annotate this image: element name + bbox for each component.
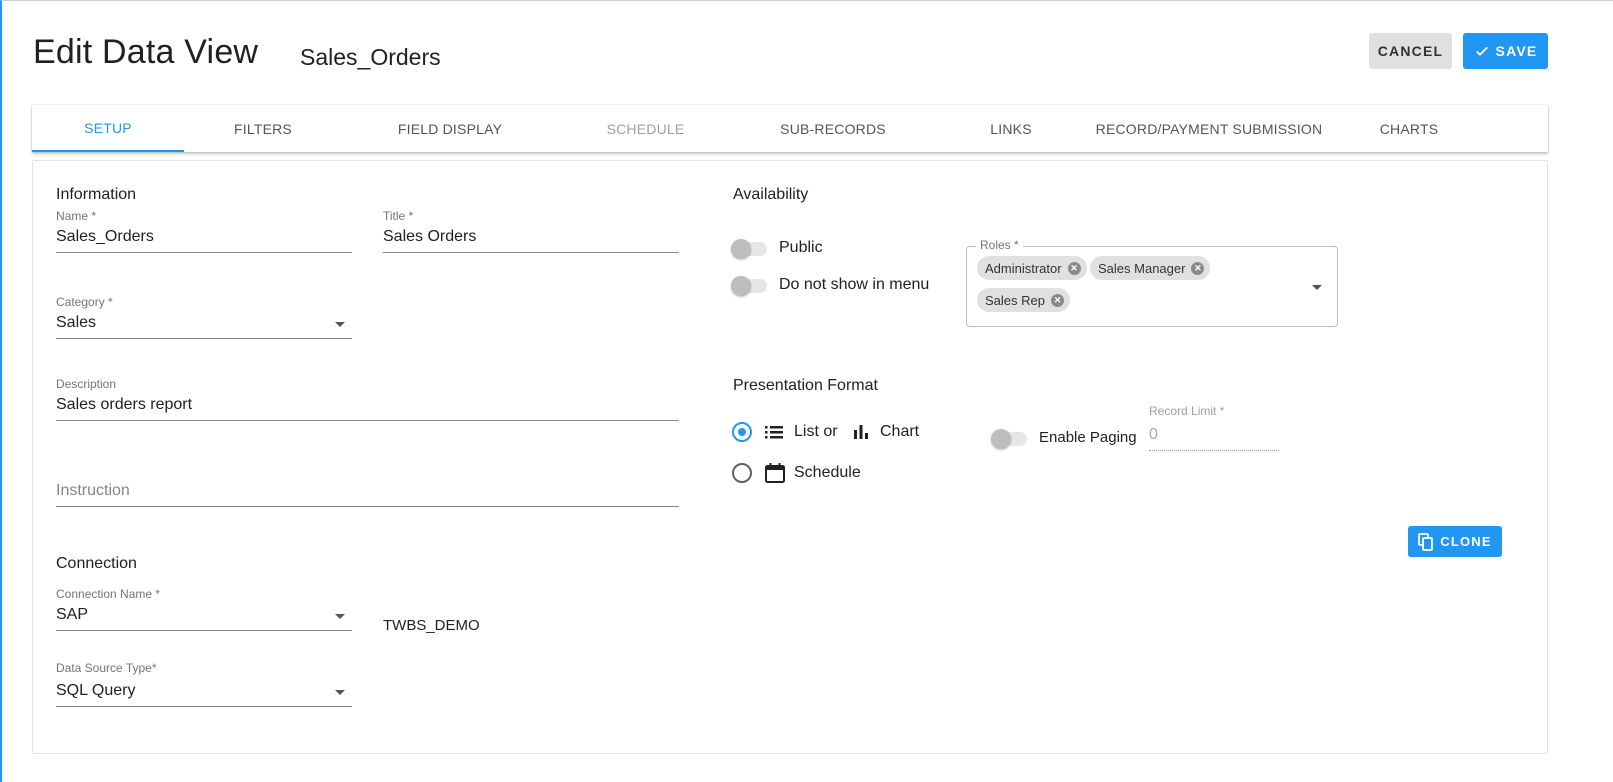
record-limit-underline [1149, 450, 1279, 451]
name-field[interactable]: Sales_Orders [56, 228, 352, 246]
title-field[interactable]: Sales Orders [383, 228, 679, 246]
schedule-radio[interactable] [732, 463, 752, 483]
title-underline [383, 252, 679, 253]
tab-field-display[interactable]: FIELD DISPLAY [342, 105, 558, 152]
name-underline [56, 252, 352, 253]
page-title: Edit Data View [33, 33, 259, 71]
cancel-button[interactable]: CANCEL [1369, 33, 1452, 69]
tab-label: SETUP [84, 119, 132, 136]
chevron-down-icon [335, 614, 345, 619]
tab-bar: SETUP FILTERS FIELD DISPLAY SCHEDULE SUB… [32, 105, 1548, 152]
tab-label: FILTERS [234, 120, 292, 137]
category-select[interactable]: Sales [56, 314, 352, 338]
cancel-button-label: CANCEL [1377, 43, 1444, 59]
tab-label: RECORD/PAYMENT SUBMISSION [1095, 120, 1323, 137]
enable-paging-toggle[interactable] [991, 428, 1031, 450]
public-label: Public [779, 239, 823, 256]
enable-paging-label: Enable Paging [1039, 429, 1137, 446]
tab-links[interactable]: LINKS [933, 105, 1089, 152]
data-source-type-select[interactable]: SQL Query [56, 682, 352, 706]
connection-heading: Connection [56, 555, 137, 572]
data-source-type-underline [56, 706, 352, 707]
chart-label: Chart [880, 423, 920, 440]
tab-charts[interactable]: CHARTS [1329, 105, 1489, 152]
data-source-type-label: Data Source Type* [56, 661, 157, 675]
tab-label: SCHEDULE [606, 120, 685, 137]
description-underline [56, 420, 679, 421]
calendar-icon [765, 463, 785, 483]
hide-in-menu-toggle[interactable] [731, 275, 771, 297]
chevron-down-icon [335, 322, 345, 327]
role-chip-label: Sales Manager [1098, 260, 1186, 276]
remove-chip-icon[interactable]: ✕ [1191, 261, 1205, 275]
clone-button[interactable]: CLONE [1408, 526, 1502, 557]
name-label: Name * [56, 209, 97, 223]
category-label: Category * [56, 295, 113, 309]
schedule-label: Schedule [794, 464, 861, 481]
toggle-thumb [731, 276, 751, 296]
roles-label: Roles * [976, 238, 1023, 252]
connection-name-underline [56, 630, 352, 631]
save-button-label: SAVE [1495, 43, 1538, 59]
category-value: Sales [56, 314, 97, 331]
toggle-thumb [991, 429, 1011, 449]
instruction-field[interactable]: Instruction [56, 482, 679, 500]
list-icon [765, 426, 783, 439]
tab-sub-records[interactable]: SUB-RECORDS [733, 105, 933, 152]
bar-chart-icon [854, 425, 868, 439]
connection-name-label: Connection Name * [56, 587, 161, 601]
toggle-thumb [731, 239, 751, 259]
record-limit-label: Record Limit * [1149, 404, 1225, 418]
connection-database: TWBS_DEMO [383, 617, 480, 634]
tab-filters[interactable]: FILTERS [184, 105, 342, 152]
record-limit-field: 0 [1149, 426, 1158, 443]
data-source-type-value: SQL Query [56, 682, 136, 699]
hide-in-menu-label: Do not show in menu [779, 276, 930, 293]
copy-icon [1418, 532, 1434, 551]
chevron-down-icon[interactable] [1312, 285, 1322, 290]
description-label: Description [56, 377, 117, 391]
tab-label: SUB-RECORDS [780, 120, 886, 137]
list-or-label: List or [794, 423, 838, 440]
save-button[interactable]: SAVE [1463, 33, 1548, 69]
presentation-heading: Presentation Format [733, 377, 878, 394]
role-chip-label: Administrator [985, 260, 1062, 276]
view-name: Sales_Orders [300, 44, 441, 70]
title-label: Title * [383, 209, 414, 223]
tab-schedule: SCHEDULE [558, 105, 733, 152]
clone-button-label: CLONE [1440, 534, 1492, 549]
connection-name-select[interactable]: SAP [56, 606, 352, 630]
description-field[interactable]: Sales orders report [56, 396, 679, 414]
connection-name-value: SAP [56, 606, 89, 623]
information-heading: Information [56, 186, 137, 203]
check-icon [1475, 46, 1488, 56]
chevron-down-icon [335, 690, 345, 695]
role-chip: Sales Rep ✕ [977, 288, 1070, 312]
tab-record-payment-submission[interactable]: RECORD/PAYMENT SUBMISSION [1089, 105, 1329, 152]
list-or-chart-radio[interactable] [732, 422, 752, 442]
availability-heading: Availability [733, 186, 809, 203]
role-chip: Sales Manager ✕ [1090, 256, 1211, 280]
role-chip-label: Sales Rep [985, 292, 1045, 308]
remove-chip-icon[interactable]: ✕ [1050, 293, 1064, 307]
tab-setup[interactable]: SETUP [32, 105, 184, 152]
tab-label: CHARTS [1379, 120, 1439, 137]
role-chip: Administrator ✕ [977, 256, 1087, 280]
remove-chip-icon[interactable]: ✕ [1067, 261, 1081, 275]
tab-label: LINKS [990, 120, 1032, 137]
category-underline [56, 338, 352, 339]
tab-label: FIELD DISPLAY [397, 120, 503, 137]
instruction-underline [56, 506, 679, 507]
